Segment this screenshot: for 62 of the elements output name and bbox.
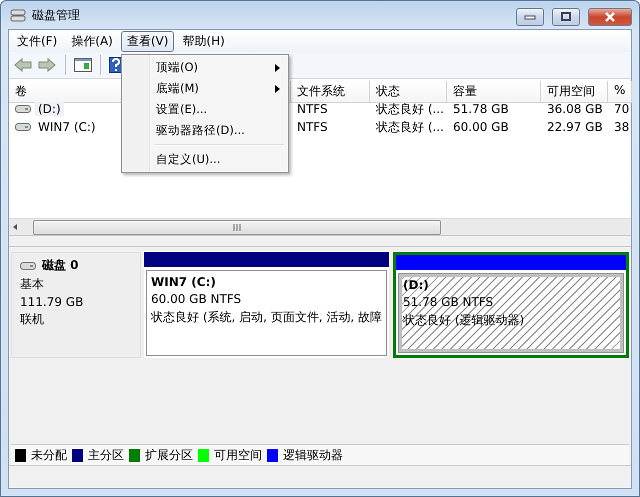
column-header[interactable]: 可用空间 xyxy=(541,81,608,103)
partition-body[interactable]: (D:) 51.78 GB NTFS 状态良好 (逻辑驱动器) xyxy=(398,273,624,353)
minimize-icon xyxy=(524,14,536,20)
disk-type: 基本 xyxy=(20,276,45,293)
menu-option[interactable]: 驱动器路径(D)... xyxy=(124,120,286,141)
legend-label: 主分区 xyxy=(88,446,124,464)
partition-body[interactable]: WIN7 (C:) 60.00 GB NTFS 状态良好 (系统, 启动, 页面文件, 活动, 故障 xyxy=(146,270,388,356)
disk-status: 联机 xyxy=(20,311,45,328)
menu-item[interactable]: 查看(V) xyxy=(120,30,174,52)
back-icon[interactable] xyxy=(13,57,33,73)
table-cell[interactable]: (D:) xyxy=(35,102,64,116)
table-cell: NTFS xyxy=(297,102,328,116)
menu-item[interactable]: 操作(A) xyxy=(65,30,119,52)
scrollbar-thumb[interactable] xyxy=(33,220,441,234)
table-cell: 状态良好 (... xyxy=(376,118,444,136)
menu-option[interactable]: 设置(E)... xyxy=(124,99,286,120)
menu-item[interactable]: 帮助(H) xyxy=(176,30,231,52)
close-button[interactable] xyxy=(588,8,632,26)
drive-icon xyxy=(20,260,36,270)
maximize-button[interactable] xyxy=(552,8,580,26)
legend-label: 扩展分区 xyxy=(145,446,193,464)
maximize-icon xyxy=(560,12,572,22)
forward-icon[interactable] xyxy=(37,57,57,73)
menu-option[interactable]: 自定义(U)... xyxy=(124,149,286,170)
partition-block[interactable]: WIN7 (C:) 60.00 GB NTFS 状态良好 (系统, 启动, 页面文件, 活动, 故障 xyxy=(144,252,390,358)
column-header[interactable]: % xyxy=(608,81,632,103)
column-header[interactable]: 状态 xyxy=(370,81,447,103)
legend-label: 可用空间 xyxy=(214,446,262,464)
table-cell: 36.08 GB xyxy=(547,102,603,116)
scroll-left-icon[interactable] xyxy=(11,223,19,231)
table-cell: NTFS xyxy=(297,120,328,134)
partition-size: 51.78 GB NTFS xyxy=(403,295,494,309)
menu-item[interactable]: 文件(F) xyxy=(11,30,64,52)
partition-status: 状态良好 (逻辑驱动器) xyxy=(403,312,524,329)
close-icon xyxy=(604,12,616,22)
help-icon[interactable] xyxy=(109,57,123,73)
disk-management-icon xyxy=(10,8,26,22)
disk-size: 111.79 GB xyxy=(20,295,84,309)
partition-size: 60.00 GB NTFS xyxy=(151,292,242,306)
table-cell: 60.00 GB xyxy=(453,120,509,134)
column-header[interactable]: 文件系统 xyxy=(291,81,370,103)
menu-option[interactable]: 底端(M) xyxy=(124,78,286,99)
horizontal-scrollbar[interactable] xyxy=(9,218,631,235)
drive-icon xyxy=(15,104,31,114)
partition-title: (D:) xyxy=(403,278,429,292)
table-cell[interactable]: WIN7 (C:) xyxy=(35,120,99,134)
table-cell: 22.97 GB xyxy=(547,120,603,134)
window-title: 磁盘管理 xyxy=(32,6,80,24)
partition-title: WIN7 (C:) xyxy=(151,275,216,289)
table-cell: 状态良好 (... xyxy=(376,100,444,118)
column-header[interactable]: 容量 xyxy=(447,81,541,103)
drive-icon xyxy=(15,122,31,132)
table-cell: 51.78 GB xyxy=(453,102,509,116)
partition-status: 状态良好 (系统, 启动, 页面文件, 活动, 故障 xyxy=(151,309,382,326)
panel-icon[interactable] xyxy=(74,57,92,73)
legend-label: 逻辑驱动器 xyxy=(283,446,343,464)
table-cell: 38 xyxy=(614,120,630,134)
table-cell: 70 xyxy=(614,102,630,116)
legend-label: 未分配 xyxy=(31,446,67,464)
minimize-button[interactable] xyxy=(516,8,544,26)
partition-block[interactable]: (D:) 51.78 GB NTFS 状态良好 (逻辑驱动器) xyxy=(393,252,629,358)
disk-name: 磁盘 0 xyxy=(42,257,79,274)
